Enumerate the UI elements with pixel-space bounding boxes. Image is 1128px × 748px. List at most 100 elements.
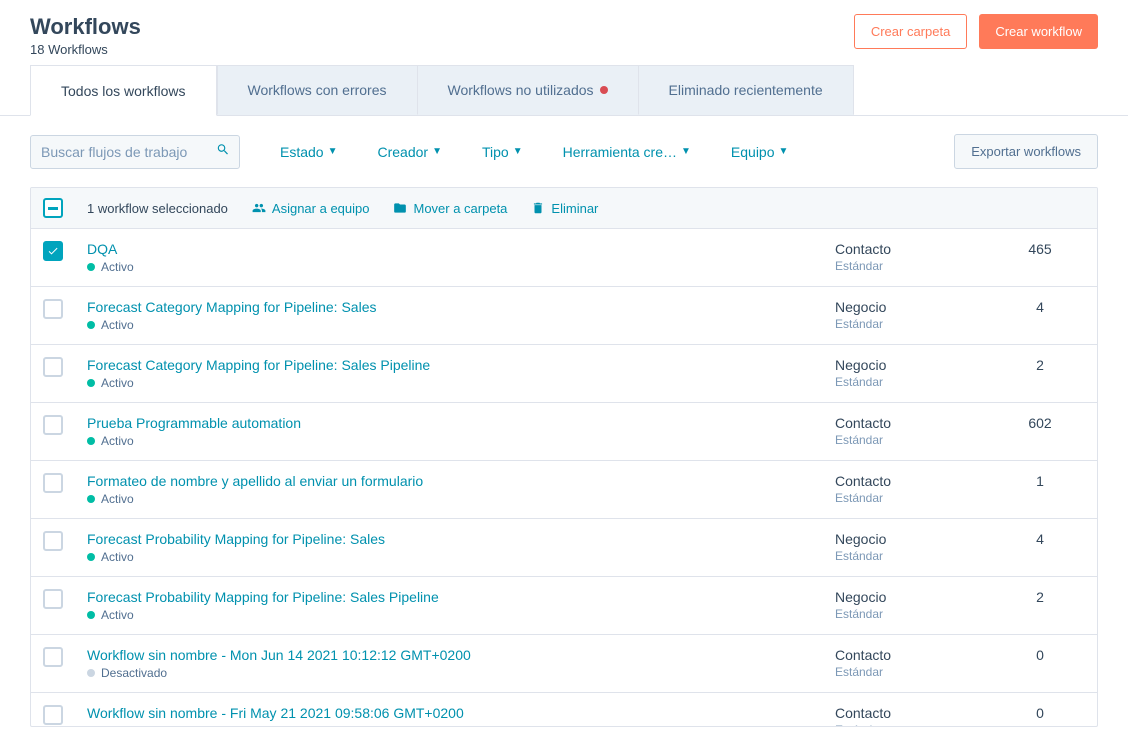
table-row: Prueba Programmable automation Activo Cont…: [31, 403, 1097, 461]
enrolled-count: 602: [995, 415, 1085, 431]
move-folder-action[interactable]: Mover a carpeta: [393, 201, 507, 216]
page-title: Workflows: [30, 14, 141, 40]
table-row: Formateo de nombre y apellido al enviar …: [31, 461, 1097, 519]
delete-action[interactable]: Eliminar: [531, 201, 598, 216]
folder-icon: [393, 201, 407, 215]
workflow-name-link[interactable]: DQA: [87, 241, 835, 257]
filter-creador[interactable]: Creador▼: [378, 144, 443, 160]
status-label: Activo: [101, 550, 134, 564]
assign-team-label: Asignar a equipo: [272, 201, 370, 216]
row-checkbox[interactable]: [43, 357, 63, 377]
workflow-name-link[interactable]: Forecast Probability Mapping for Pipelin…: [87, 589, 835, 605]
workflow-type: Estándar: [835, 317, 995, 331]
status-dot-icon: [87, 611, 95, 619]
table-row: Workflow sin nombre - Mon Jun 14 2021 10…: [31, 635, 1097, 693]
status-dot-icon: [87, 437, 95, 445]
workflow-name-link[interactable]: Forecast Category Mapping for Pipeline: …: [87, 299, 835, 315]
status-label: Desactivado: [101, 666, 167, 680]
workflow-name-link[interactable]: Forecast Probability Mapping for Pipelin…: [87, 531, 835, 547]
row-checkbox[interactable]: [43, 299, 63, 319]
status-label: Activo: [101, 434, 134, 448]
unused-indicator-dot: [600, 86, 608, 94]
workflow-type: Estándar: [835, 723, 995, 727]
table-row: Forecast Category Mapping for Pipeline: …: [31, 287, 1097, 345]
search-input[interactable]: [30, 135, 240, 169]
workflow-name-link[interactable]: Prueba Programmable automation: [87, 415, 835, 431]
workflow-name-link[interactable]: Workflow sin nombre - Fri May 21 2021 09…: [87, 705, 835, 721]
tab-all-workflows[interactable]: Todos los workflows: [30, 65, 217, 116]
workflow-type: Estándar: [835, 549, 995, 563]
filter-creador-label: Creador: [378, 144, 429, 160]
create-workflow-button[interactable]: Crear workflow: [979, 14, 1098, 49]
status-dot-icon: [87, 553, 95, 561]
workflow-type: Estándar: [835, 375, 995, 389]
status-dot-icon: [87, 263, 95, 271]
enrolled-count: 4: [995, 299, 1085, 315]
row-checkbox[interactable]: [43, 473, 63, 493]
row-checkbox[interactable]: [43, 705, 63, 725]
filter-equipo-label: Equipo: [731, 144, 775, 160]
tab-errors[interactable]: Workflows con errores: [217, 65, 417, 115]
object-type: Contacto: [835, 473, 995, 489]
search-icon[interactable]: [216, 142, 230, 161]
status-dot-icon: [87, 669, 95, 677]
caret-down-icon: ▼: [513, 146, 523, 157]
filter-tipo[interactable]: Tipo ▼: [482, 144, 523, 160]
delete-label: Eliminar: [551, 201, 598, 216]
tabs-bar: Todos los workflows Workflows con errore…: [0, 65, 1128, 116]
workflow-type: Estándar: [835, 491, 995, 505]
status-label: Activo: [101, 376, 134, 390]
object-type: Negocio: [835, 589, 995, 605]
enrolled-count: 0: [995, 705, 1085, 721]
object-type: Contacto: [835, 647, 995, 663]
tab-unused[interactable]: Workflows no utilizados: [417, 65, 638, 115]
enrolled-count: 4: [995, 531, 1085, 547]
table-row: Forecast Probability Mapping for Pipelin…: [31, 577, 1097, 635]
object-type: Contacto: [835, 415, 995, 431]
tab-deleted[interactable]: Eliminado recientemente: [638, 65, 854, 115]
object-type: Negocio: [835, 357, 995, 373]
status-dot-icon: [87, 495, 95, 503]
status-label: Activo: [101, 492, 134, 506]
object-type: Negocio: [835, 531, 995, 547]
tab-unused-label: Workflows no utilizados: [448, 82, 594, 98]
enrolled-count: 1: [995, 473, 1085, 489]
enrolled-count: 465: [995, 241, 1085, 257]
status-dot-icon: [87, 321, 95, 329]
workflow-type: Estándar: [835, 259, 995, 273]
trash-icon: [531, 201, 545, 215]
workflow-type: Estándar: [835, 433, 995, 447]
filter-herramienta[interactable]: Herramienta cre…▼: [563, 144, 691, 160]
enrolled-count: 0: [995, 647, 1085, 663]
status-label: Activo: [101, 608, 134, 622]
workflow-name-link[interactable]: Formateo de nombre y apellido al enviar …: [87, 473, 835, 489]
create-folder-button[interactable]: Crear carpeta: [854, 14, 967, 49]
row-checkbox[interactable]: [43, 647, 63, 667]
workflow-type: Estándar: [835, 665, 995, 679]
export-button[interactable]: Exportar workflows: [954, 134, 1098, 169]
table-row: DQA Activo Contacto Estándar465: [31, 229, 1097, 287]
enrolled-count: 2: [995, 589, 1085, 605]
table-row: Forecast Category Mapping for Pipeline: …: [31, 345, 1097, 403]
row-checkbox[interactable]: [43, 241, 63, 261]
filter-tipo-label: Tipo: [482, 144, 509, 160]
filter-estado[interactable]: Estado▼: [280, 144, 338, 160]
filter-equipo[interactable]: Equipo▼: [731, 144, 789, 160]
workflow-name-link[interactable]: Forecast Category Mapping for Pipeline: …: [87, 357, 835, 373]
workflow-name-link[interactable]: Workflow sin nombre - Mon Jun 14 2021 10…: [87, 647, 835, 663]
filter-estado-label: Estado: [280, 144, 324, 160]
workflow-type: Estándar: [835, 607, 995, 621]
row-checkbox[interactable]: [43, 589, 63, 609]
status-label: Activo: [101, 260, 134, 274]
object-type: Contacto: [835, 241, 995, 257]
workflow-table: 1 workflow seleccionado Asignar a equipo…: [30, 187, 1098, 727]
row-checkbox[interactable]: [43, 415, 63, 435]
select-all-checkbox[interactable]: [43, 198, 63, 218]
object-type: Negocio: [835, 299, 995, 315]
row-checkbox[interactable]: [43, 531, 63, 551]
users-icon: [252, 201, 266, 215]
filter-herramienta-label: Herramienta cre…: [563, 144, 677, 160]
selection-count: 1 workflow seleccionado: [87, 201, 228, 216]
status-label: Desactivado: [101, 724, 167, 727]
assign-team-action[interactable]: Asignar a equipo: [252, 201, 370, 216]
